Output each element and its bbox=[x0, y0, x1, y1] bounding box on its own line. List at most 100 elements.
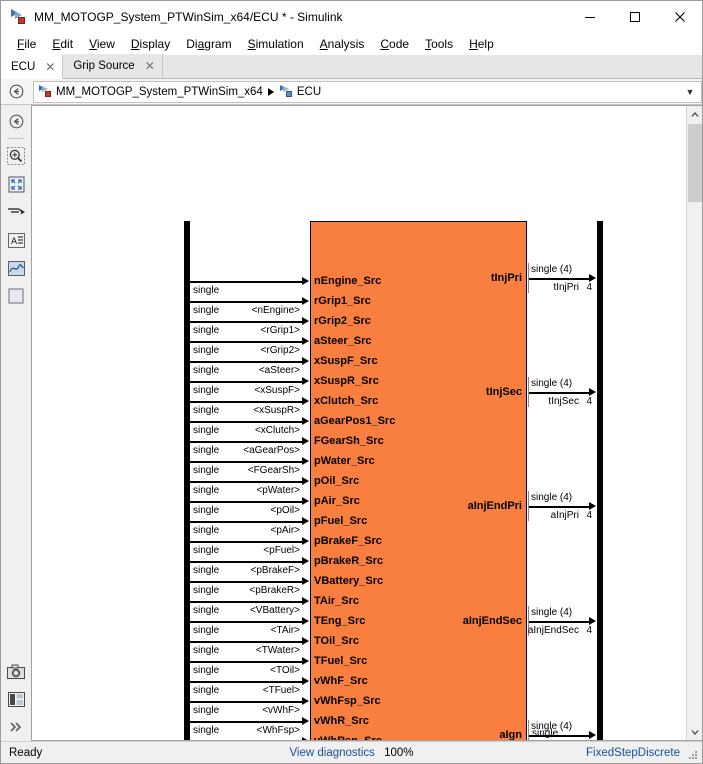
output-signal-name-label: aInjEndSec bbox=[527, 625, 579, 636]
zoom-level[interactable]: 100% bbox=[384, 747, 413, 759]
signal-routing-icon[interactable] bbox=[4, 200, 28, 224]
input-signal-line[interactable] bbox=[190, 521, 302, 523]
input-signal-line[interactable] bbox=[190, 421, 302, 423]
diagram-canvas[interactable]: PTWinSim App Exec singlenEngine_Srcsingl… bbox=[32, 106, 686, 740]
input-signal-line[interactable] bbox=[190, 601, 302, 603]
annotation-icon[interactable]: A bbox=[4, 228, 28, 252]
zoom-in-icon[interactable] bbox=[4, 144, 28, 168]
scroll-down-button[interactable] bbox=[687, 723, 702, 740]
input-signal-line[interactable] bbox=[190, 381, 302, 383]
input-signal-line[interactable] bbox=[190, 461, 302, 463]
back-arrow-icon[interactable] bbox=[1, 79, 31, 105]
ecu-input-port-label: vWhF_Src bbox=[314, 675, 368, 687]
output-signal-name-label: tInjPri bbox=[553, 282, 579, 293]
menu-view[interactable]: View bbox=[81, 35, 123, 53]
ecu-input-port-label: TEng_Src bbox=[314, 615, 366, 627]
close-icon[interactable]: ✕ bbox=[145, 60, 155, 72]
input-signal-arrow bbox=[302, 537, 309, 545]
scope-viewer-icon[interactable] bbox=[4, 256, 28, 280]
output-port-tick bbox=[528, 720, 530, 740]
output-signal-width-label: 4 bbox=[586, 510, 592, 521]
ecu-output-port-label: aInjEndPri bbox=[467, 500, 522, 512]
scroll-up-button[interactable] bbox=[687, 106, 702, 123]
breadcrumb[interactable]: MM_MOTOGP_System_PTWinSim_x64 ECU ▼ bbox=[33, 80, 702, 103]
tab-grip-source[interactable]: Grip Source ✕ bbox=[63, 54, 163, 78]
ecu-input-port-label: VBattery_Src bbox=[314, 575, 384, 587]
fit-to-view-icon[interactable] bbox=[4, 172, 28, 196]
input-signal-line[interactable] bbox=[190, 281, 302, 283]
output-signal-width-label: 4 bbox=[586, 282, 592, 293]
tab-strip: ECU ✕ Grip Source ✕ bbox=[1, 54, 702, 79]
input-signal-arrow bbox=[302, 477, 309, 485]
solver-status[interactable]: FixedStepDiscrete bbox=[586, 747, 680, 759]
input-signal-line[interactable] bbox=[190, 641, 302, 643]
tab-ecu[interactable]: ECU ✕ bbox=[1, 55, 64, 79]
resize-grip[interactable] bbox=[688, 750, 698, 760]
minimize-button[interactable] bbox=[567, 1, 612, 33]
menu-help[interactable]: Help bbox=[461, 35, 502, 53]
camera-snapshot-icon[interactable] bbox=[4, 659, 28, 683]
input-signal-line[interactable] bbox=[190, 501, 302, 503]
ecu-input-port-label: pAir_Src bbox=[314, 495, 360, 507]
menu-bar: File Edit View Display Diagram Simulatio… bbox=[1, 33, 702, 55]
close-icon[interactable]: ✕ bbox=[45, 61, 55, 73]
input-signal-name-label: <TOil> bbox=[270, 665, 300, 676]
more-tools-icon[interactable] bbox=[4, 715, 28, 739]
input-signal-line[interactable] bbox=[190, 321, 302, 323]
menu-analysis[interactable]: Analysis bbox=[312, 35, 373, 53]
ecu-input-port-label: xClutch_Src bbox=[314, 395, 379, 407]
input-signal-line[interactable] bbox=[190, 541, 302, 543]
vertical-scrollbar[interactable] bbox=[686, 106, 702, 740]
ecu-input-port-label: TOil_Src bbox=[314, 635, 360, 647]
menu-file[interactable]: File bbox=[9, 35, 44, 53]
input-signal-line[interactable] bbox=[190, 561, 302, 563]
input-signal-line[interactable] bbox=[190, 361, 302, 363]
ecu-input-port-label: xSuspR_Src bbox=[314, 375, 379, 387]
output-signal-width-label: 4 bbox=[586, 396, 592, 407]
menu-simulation[interactable]: Simulation bbox=[240, 35, 312, 53]
window-controls bbox=[567, 1, 702, 33]
output-signal-line[interactable] bbox=[528, 392, 590, 394]
output-signal-line[interactable] bbox=[528, 621, 590, 623]
input-signal-line[interactable] bbox=[190, 301, 302, 303]
menu-tools[interactable]: Tools bbox=[417, 35, 461, 53]
input-signal-arrow bbox=[302, 337, 309, 345]
input-signal-line[interactable] bbox=[190, 481, 302, 483]
subsystem-icon bbox=[279, 85, 293, 98]
maximize-button[interactable] bbox=[612, 1, 657, 33]
output-datatype-label: single (4) bbox=[531, 607, 573, 618]
ecu-output-port-label: tInjPri bbox=[490, 272, 522, 284]
output-signal-line[interactable] bbox=[528, 506, 590, 508]
input-signal-line[interactable] bbox=[190, 581, 302, 583]
bottom-output-type-label: single bbox=[532, 728, 559, 739]
input-signal-line[interactable] bbox=[190, 341, 302, 343]
chevron-down-icon[interactable]: ▼ bbox=[679, 82, 701, 102]
menu-display[interactable]: Display bbox=[123, 35, 178, 53]
breadcrumb-root[interactable]: MM_MOTOGP_System_PTWinSim_x64 bbox=[56, 86, 263, 98]
diagram-canvas-wrapper[interactable]: PTWinSim App Exec singlenEngine_Srcsingl… bbox=[31, 105, 702, 741]
menu-edit[interactable]: Edit bbox=[44, 35, 81, 53]
input-signal-line[interactable] bbox=[190, 721, 302, 723]
svg-text:A: A bbox=[11, 237, 18, 247]
input-signal-line[interactable] bbox=[190, 661, 302, 663]
ecu-input-port-label: pBrakeF_Src bbox=[314, 535, 382, 547]
menu-diagram[interactable]: Diagram bbox=[178, 35, 239, 53]
input-signal-name-label: <FGearSh> bbox=[247, 465, 300, 476]
input-signal-line[interactable] bbox=[190, 441, 302, 443]
back-navigation-icon[interactable] bbox=[4, 109, 28, 133]
output-signal-line[interactable] bbox=[528, 278, 590, 280]
input-signal-line[interactable] bbox=[190, 621, 302, 623]
input-signal-line[interactable] bbox=[190, 401, 302, 403]
output-bus-bar[interactable] bbox=[597, 221, 603, 740]
output-signal-arrow bbox=[589, 617, 596, 625]
close-button[interactable] bbox=[657, 1, 702, 33]
breadcrumb-leaf[interactable]: ECU bbox=[297, 86, 321, 98]
scrollbar-thumb[interactable] bbox=[688, 124, 702, 202]
layout-panel-icon[interactable] bbox=[4, 687, 28, 711]
menu-code[interactable]: Code bbox=[372, 35, 417, 53]
view-diagnostics-link[interactable]: View diagnostics bbox=[289, 747, 374, 759]
input-signal-line[interactable] bbox=[190, 681, 302, 683]
input-signal-line[interactable] bbox=[190, 701, 302, 703]
input-signal-name-label: <pBrakeF> bbox=[250, 565, 300, 576]
subsystem-square-icon[interactable] bbox=[4, 284, 28, 308]
